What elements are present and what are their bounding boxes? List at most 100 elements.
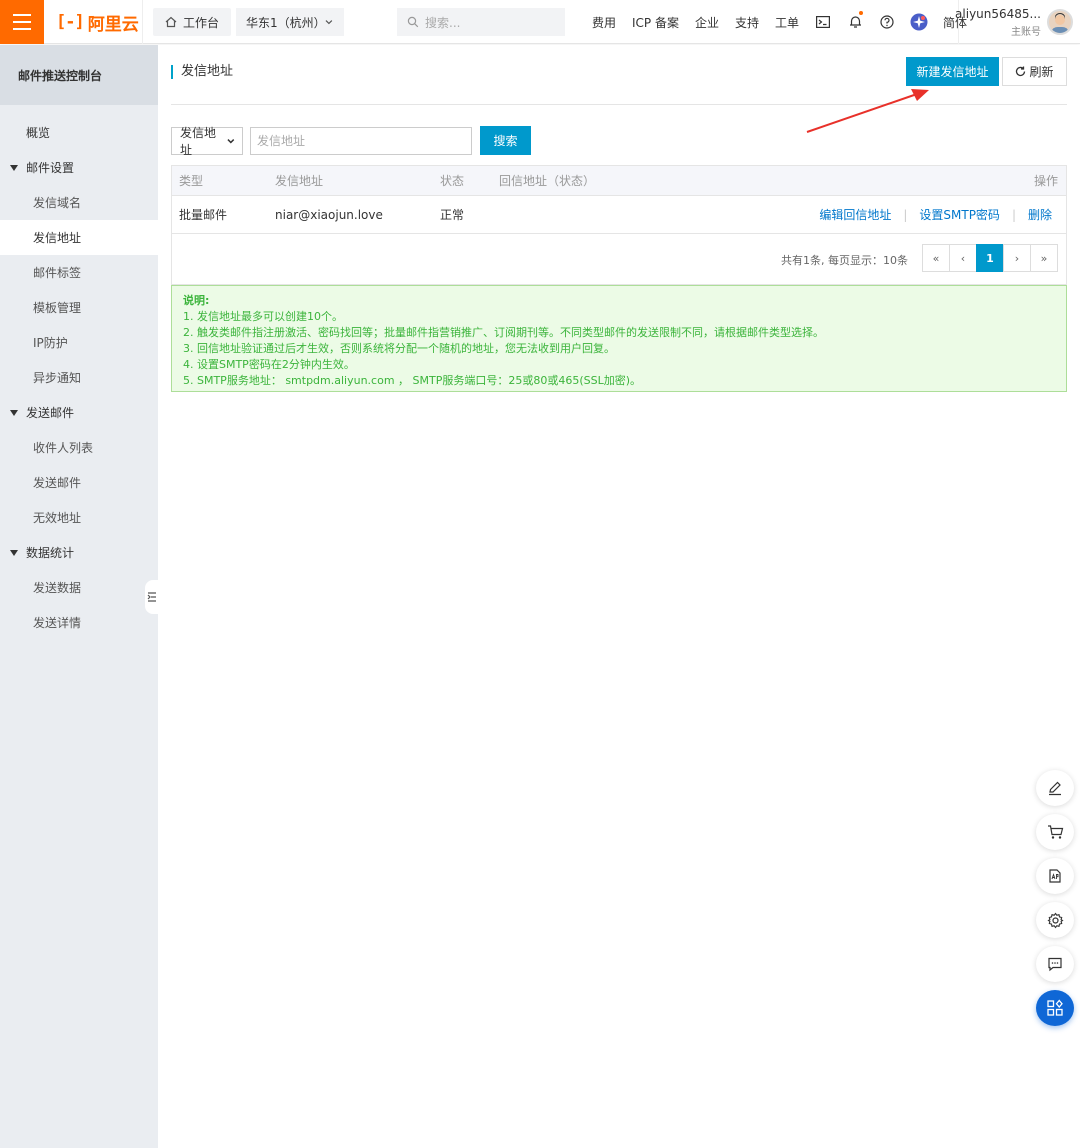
table-header: 类型 发信地址 状态 回信地址（状态） 操作: [172, 166, 1066, 196]
avatar: [1047, 9, 1073, 35]
annotation-arrow: [806, 89, 929, 133]
menu-button[interactable]: [0, 0, 44, 44]
notice-line: 5. SMTP服务地址： smtpdm.aliyun.com ， SMTP服务端…: [183, 374, 642, 387]
notification-button[interactable]: [839, 0, 871, 44]
chevron-down-icon: [227, 138, 235, 143]
user-name: aliyun56485...: [955, 6, 1041, 21]
top-nav: 费用 ICP 备案 企业 支持 工单 简体: [584, 0, 975, 44]
logo-text: 阿里云: [87, 14, 139, 35]
column-header-status: 状态: [440, 174, 465, 188]
sidebar-item-sender-address[interactable]: 发信地址: [0, 220, 158, 255]
refresh-button[interactable]: 刷新: [1002, 57, 1067, 86]
page-1-button[interactable]: 1: [976, 244, 1004, 272]
sidebar-item-send-mail[interactable]: 发送邮件: [0, 465, 158, 500]
column-header-actions: 操作: [1033, 174, 1058, 188]
nav-icp[interactable]: ICP 备案: [624, 0, 687, 44]
global-search[interactable]: 搜索...: [397, 8, 565, 36]
cart-tool-button[interactable]: [1036, 814, 1074, 850]
chevron-down-icon: [325, 20, 333, 25]
sidebar-group-statistics[interactable]: 数据统计: [0, 535, 158, 570]
workbench-label: 工作台: [183, 15, 220, 30]
apps-tool-button[interactable]: [1036, 990, 1074, 1026]
sidebar-item-invalid-address[interactable]: 无效地址: [0, 500, 158, 535]
sidebar-item-send-data[interactable]: 发送数据: [0, 570, 158, 605]
notice-line: 3. 回信地址验证通过后才生效，否则系统将分配一个随机的地址，您无法收到用户回复…: [183, 342, 615, 355]
nav-support[interactable]: 支持: [727, 0, 767, 44]
app-icon: [910, 13, 928, 31]
sidebar-item-mail-tags[interactable]: 邮件标签: [0, 255, 158, 290]
gear-icon: [1046, 912, 1064, 928]
sidebar-group-mail-settings[interactable]: 邮件设置: [0, 150, 158, 185]
notice-title: 说明:: [183, 294, 210, 307]
last-page-button[interactable]: »: [1030, 244, 1058, 272]
help-button[interactable]: [871, 0, 903, 44]
sidebar-group-label: 数据统计: [26, 546, 75, 560]
cell-type: 批量邮件: [179, 208, 228, 222]
filter-input[interactable]: [250, 126, 472, 155]
region-selector[interactable]: 华东1（杭州）: [236, 8, 344, 36]
api-icon: [1049, 869, 1061, 883]
sidebar-item-send-details[interactable]: 发送详情: [0, 605, 158, 640]
edit-tool-button[interactable]: [1036, 770, 1074, 806]
select-value: 发信地址: [180, 125, 217, 157]
settings-tool-button[interactable]: [1036, 902, 1074, 938]
sidebar-item-sender-domain[interactable]: 发信域名: [0, 185, 158, 220]
sender-address-table: 类型 发信地址 状态 回信地址（状态） 操作 批量邮件 niar@xiaojun…: [171, 165, 1067, 285]
search-placeholder: 搜索...: [425, 15, 461, 30]
user-account[interactable]: aliyun56485... 主账号: [955, 0, 1080, 44]
divider: |: [1011, 207, 1016, 222]
sidebar-item-recipients[interactable]: 收件人列表: [0, 430, 158, 465]
divider: |: [903, 207, 908, 222]
next-page-button[interactable]: ›: [1003, 244, 1031, 272]
terminal-icon: [816, 16, 831, 28]
edit-icon: [1049, 781, 1061, 796]
prev-page-button[interactable]: ‹: [949, 244, 977, 272]
main-content: 发信地址 新建发信地址 刷新 发信地址 搜索 类型 发信地址 状态 回信地址（状…: [158, 45, 1080, 1148]
cell-address: niar@xiaojun.love: [275, 207, 383, 222]
user-role: 主账号: [1011, 26, 1041, 38]
filter-bar: 发信地址 搜索: [171, 125, 531, 157]
refresh-icon: [1016, 66, 1026, 77]
workbench-button[interactable]: 工作台: [153, 8, 232, 36]
pagination-info: 共有1条, 每页显示：10条: [781, 254, 908, 267]
sidebar-group-send-mail[interactable]: 发送邮件: [0, 395, 158, 430]
set-smtp-password-link[interactable]: 设置SMTP密码: [919, 206, 1000, 223]
sidebar-title: 邮件推送控制台: [0, 45, 158, 105]
notice-line: 4. 设置SMTP密码在2分钟内生效。: [183, 358, 355, 371]
search-button[interactable]: 搜索: [480, 126, 531, 155]
api-tool-button[interactable]: [1036, 858, 1074, 894]
feedback-tool-button[interactable]: [1036, 946, 1074, 982]
notice-box: 说明: 1. 发信地址最多可以创建10个。 2. 触发类邮件指注册激活、密码找回…: [171, 285, 1067, 392]
notice-line: 1. 发信地址最多可以创建10个。: [183, 310, 343, 323]
page-title: 发信地址: [171, 65, 233, 79]
aliyun-logo[interactable]: [-] 阿里云: [56, 11, 139, 35]
row-actions: 编辑回信地址 | 设置SMTP密码 | 删除: [819, 206, 1052, 223]
search-icon: [407, 16, 419, 28]
nav-billing[interactable]: 费用: [584, 0, 624, 44]
home-icon: [165, 16, 177, 28]
sidebar-item-templates[interactable]: 模板管理: [0, 290, 158, 325]
column-header-type: 类型: [179, 174, 204, 188]
menu-icon: [13, 14, 31, 16]
new-sender-address-button[interactable]: 新建发信地址: [906, 57, 999, 86]
cell-status: 正常: [440, 208, 465, 222]
sidebar-item-ip-protection[interactable]: IP防护: [0, 325, 158, 360]
sidebar-item-overview[interactable]: 概览: [0, 115, 158, 150]
column-header-address: 发信地址: [275, 174, 324, 188]
filter-field-select[interactable]: 发信地址: [171, 125, 243, 157]
sidebar-collapse-handle[interactable]: [145, 580, 159, 614]
terminal-button[interactable]: [807, 0, 839, 44]
edit-reply-address-link[interactable]: 编辑回信地址: [819, 206, 891, 223]
nav-enterprise[interactable]: 企业: [687, 0, 727, 44]
cart-icon: [1047, 825, 1063, 839]
top-navbar: [-] 阿里云 工作台 华东1（杭州） 搜索... 费用 ICP 备案 企业 支…: [0, 0, 1080, 44]
pagination: « ‹ 1 › »: [922, 244, 1058, 272]
first-page-button[interactable]: «: [922, 244, 950, 272]
region-label: 华东1（杭州）: [246, 15, 326, 30]
app-button[interactable]: [903, 0, 935, 44]
notice-line: 2. 触发类邮件指注册激活、密码找回等；批量邮件指营销推广、订阅期刊等。不同类型…: [183, 326, 824, 339]
feedback-icon: [1048, 957, 1062, 972]
nav-ticket[interactable]: 工单: [767, 0, 807, 44]
delete-link[interactable]: 删除: [1028, 206, 1052, 223]
sidebar-item-async-notify[interactable]: 异步通知: [0, 360, 158, 395]
